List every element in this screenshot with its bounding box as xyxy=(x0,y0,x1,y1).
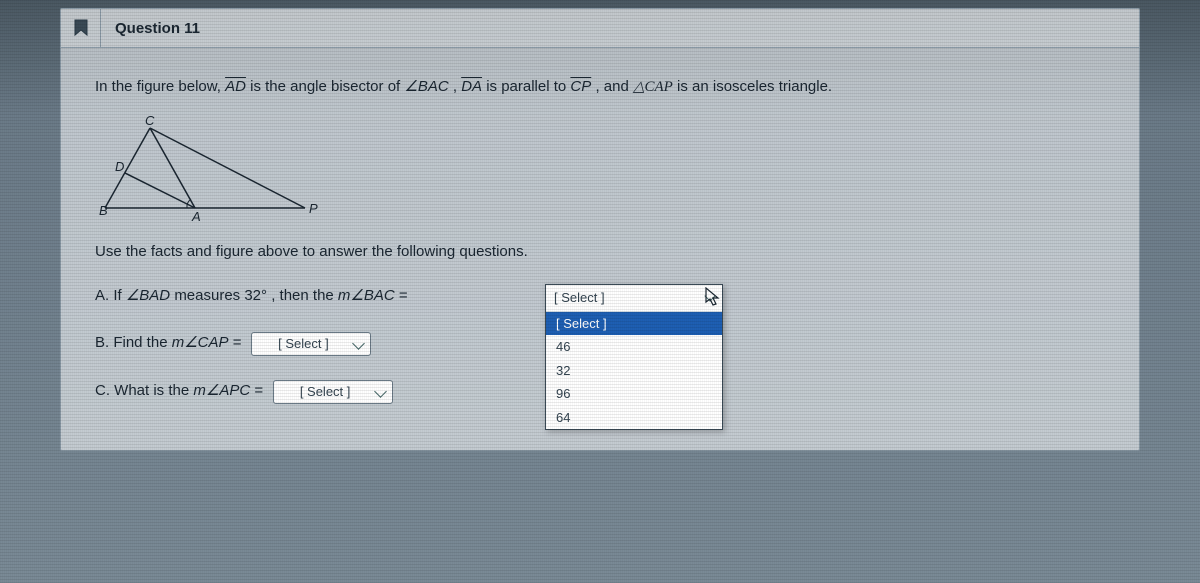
part-a-label: A. If ∠BAD measures 32° , then the m∠BAC… xyxy=(95,285,408,308)
pc-meas: m∠APC xyxy=(193,382,250,399)
prompt-mid1: is the angle bisector of xyxy=(250,78,404,95)
label-p: P xyxy=(309,201,318,216)
prompt-prefix: In the figure below, xyxy=(95,78,225,95)
dd-option-64[interactable]: 64 xyxy=(546,406,722,430)
pa-mid1: measures xyxy=(174,287,244,304)
triangle-figure-svg: B D C A P xyxy=(95,113,325,223)
instruction: Use the facts and figure above to answer… xyxy=(95,241,1105,264)
pa-mid2: , then the xyxy=(271,287,338,304)
flag-button[interactable] xyxy=(61,9,101,47)
pc-eq: = xyxy=(254,382,263,399)
part-a-row: A. If ∠BAD measures 32° , then the m∠BAC… xyxy=(95,285,1105,308)
dd-list: [ Select ] 46 32 96 64 xyxy=(546,312,722,430)
segment-ad: AD xyxy=(225,78,246,95)
part-c-label: C. What is the m∠APC = xyxy=(95,380,263,403)
segment-cp: CP xyxy=(570,78,591,95)
pa-pre: A. If xyxy=(95,287,126,304)
pa-eq: = xyxy=(399,287,408,304)
dd-option-select[interactable]: [ Select ] xyxy=(546,312,722,336)
dd-option-46[interactable]: 46 xyxy=(546,335,722,359)
question-header: Question 11 xyxy=(61,9,1139,48)
pb-meas: m∠CAP xyxy=(172,334,229,351)
parts: A. If ∠BAD measures 32° , then the m∠BAC… xyxy=(95,285,1105,404)
prompt-mid2: , xyxy=(453,78,461,95)
label-c: C xyxy=(145,113,155,128)
pa-ang: ∠BAD xyxy=(126,287,170,304)
part-a-select-open[interactable]: [ Select ] [ Select ] 46 32 96 64 xyxy=(545,284,723,430)
pc-pre: C. What is the xyxy=(95,382,193,399)
part-c-select[interactable]: [ Select ] xyxy=(273,380,393,404)
bookmark-flag-icon xyxy=(73,19,89,37)
part-c-select-wrap[interactable]: [ Select ] xyxy=(273,380,393,404)
dd-option-96[interactable]: 96 xyxy=(546,382,722,406)
dd-current[interactable]: [ Select ] xyxy=(546,285,722,312)
part-b-select-wrap[interactable]: [ Select ] xyxy=(251,332,371,356)
pb-eq: = xyxy=(233,334,242,351)
figure: B D C A P xyxy=(95,113,1105,223)
pb-pre: B. Find the xyxy=(95,334,172,351)
prompt-mid3: is parallel to xyxy=(486,78,570,95)
question-title: Question 11 xyxy=(101,11,214,46)
pa-meas: m∠BAC xyxy=(338,287,395,304)
label-a: A xyxy=(191,209,201,223)
part-b-label: B. Find the m∠CAP = xyxy=(95,332,241,355)
prompt-mid4: , and xyxy=(595,78,633,95)
segment-da: DA xyxy=(461,78,482,95)
angle-bac: ∠BAC xyxy=(404,78,448,95)
question-body: In the figure below, AD is the angle bis… xyxy=(61,48,1139,450)
prompt-suffix: is an isosceles triangle. xyxy=(677,78,832,95)
question-card: Question 11 In the figure below, AD is t… xyxy=(60,8,1140,451)
dd-current-text: [ Select ] xyxy=(554,288,605,308)
label-d: D xyxy=(115,159,124,174)
pa-deg: 32° xyxy=(244,287,267,304)
triangle-cap: △CAP xyxy=(633,79,673,95)
chevron-down-icon xyxy=(704,291,715,302)
label-b: B xyxy=(99,203,108,218)
dd-option-32[interactable]: 32 xyxy=(546,359,722,383)
prompt-text: In the figure below, AD is the angle bis… xyxy=(95,76,1105,99)
part-b-select[interactable]: [ Select ] xyxy=(251,332,371,356)
